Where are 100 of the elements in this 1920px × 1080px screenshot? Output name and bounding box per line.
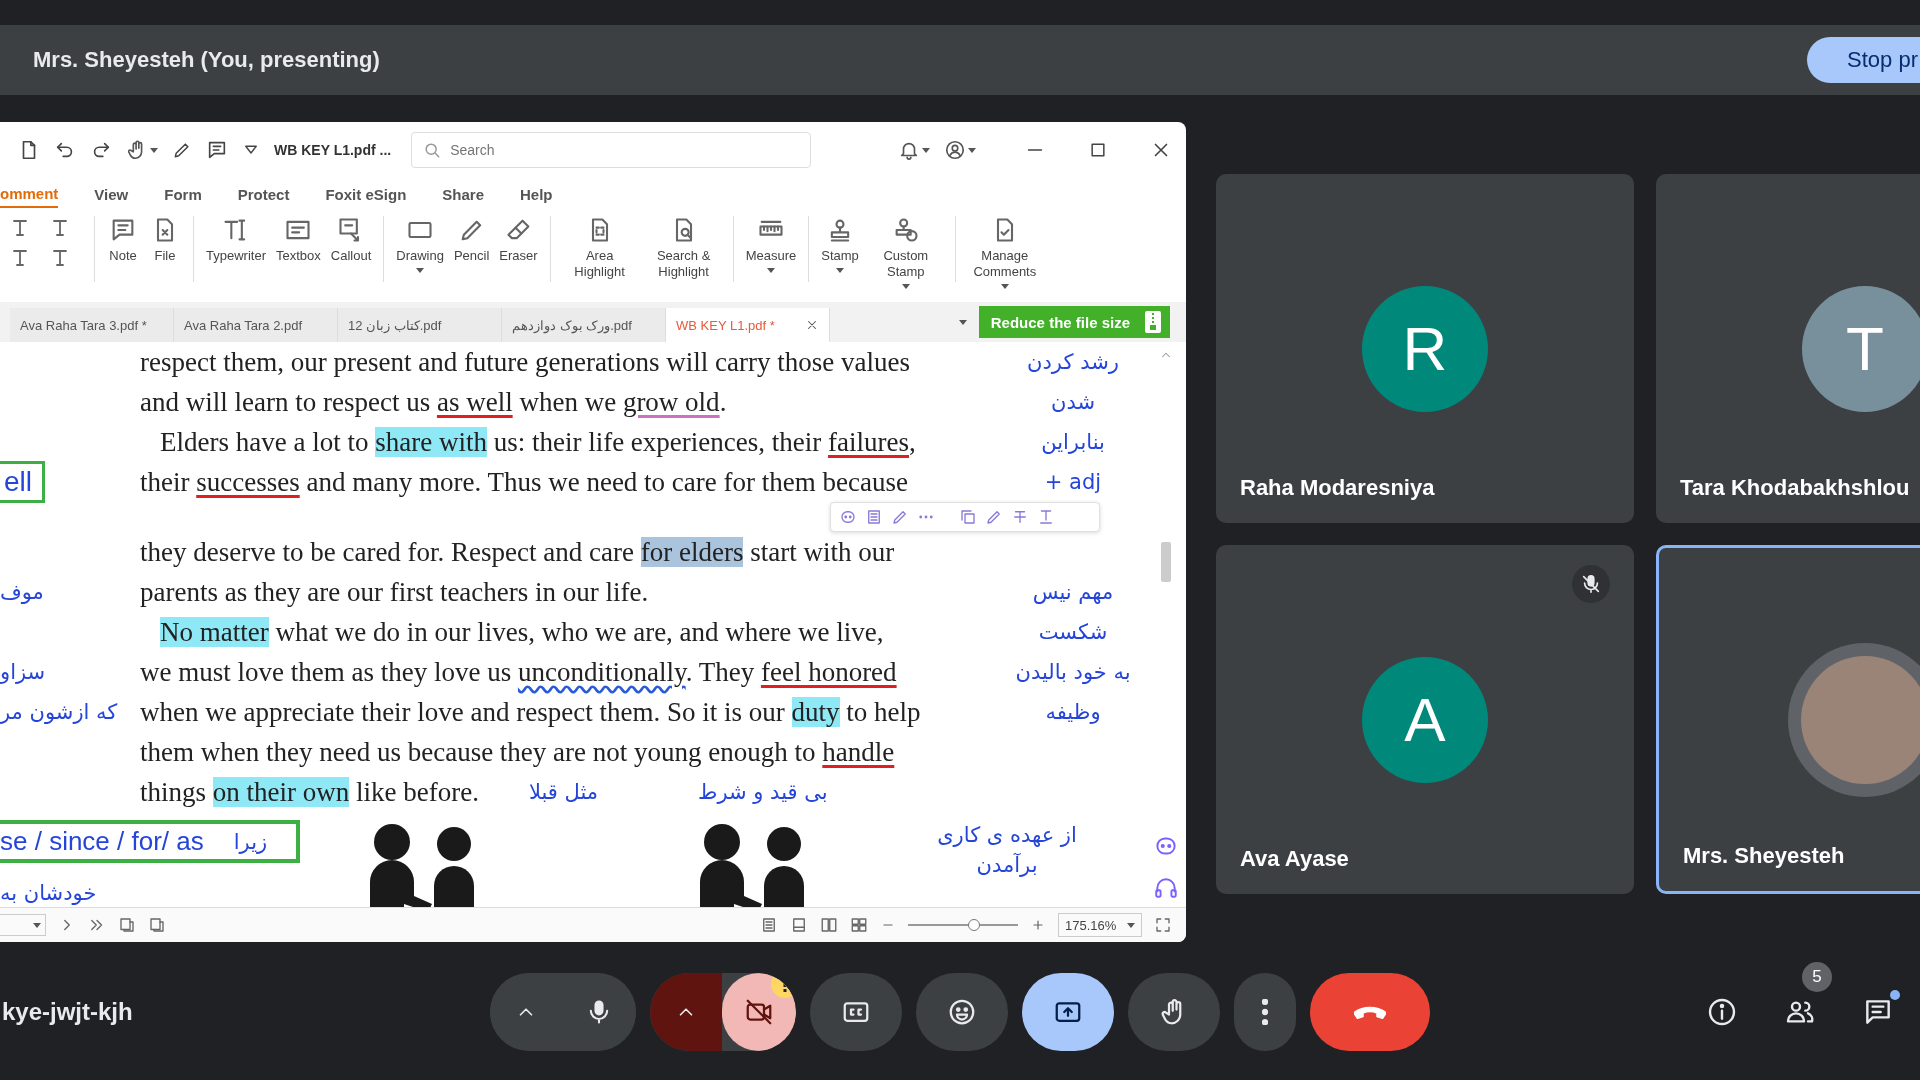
avatar-circle: T [1802,285,1920,412]
close-icon[interactable] [805,318,819,332]
document-tab[interactable]: Ava Raha Tara 3.pdf * [10,308,174,342]
smiley-icon [947,997,977,1027]
ribbon-button[interactable]: File [145,216,185,264]
document-text-line: respect them, our present and future generations will carry those values [140,346,910,378]
document-text-line: them when they need us because they are not young enough to handle [140,736,895,768]
menu-tab[interactable]: Protect [237,181,290,207]
more-icon [1262,999,1268,1025]
handwritten-note: به خود بالیدن [1015,660,1131,684]
participant-name: Tara Khodabakhshlou [1680,475,1910,501]
document-text-line: when we appreciate their love and respect them. So it is our duty to help [140,696,921,728]
highlighter-icon[interactable] [985,508,1003,526]
pen-icon[interactable] [172,140,192,160]
document-text-line: No matter what we do in our lives, who we are, and where we live, [159,616,884,648]
strikethrough-icon[interactable] [1011,508,1029,526]
handwritten-note: وظیفه [1045,700,1101,724]
ribbon-button[interactable]: Stamp [817,216,863,273]
document-text-line: they deserve to be cared for. Respect and care for elders start with our [140,536,895,568]
document-tab[interactable]: ورک بوک دوازدهم.pdf [502,308,666,342]
handwritten-note: از عهده ی کاری برآمدن [936,822,1078,879]
info-icon [1706,996,1738,1028]
handwritten-note: رشد کردن [1027,350,1119,374]
note-icon[interactable] [865,508,883,526]
page-field[interactable] [0,914,46,936]
people-count-badge: 5 [1802,962,1832,992]
menu-tab[interactable]: View [94,181,129,207]
document-tab[interactable]: WB KEY L1.pdf * [666,308,830,342]
handwritten-note: خودشان به [0,881,98,905]
participant-tile[interactable]: Mrs. Sheyesteh [1656,545,1920,894]
handwritten-note: ell [0,461,45,503]
handwritten-note: موف [0,580,44,604]
ribbon-button[interactable]: Callout [326,216,376,264]
maximize-icon[interactable] [1088,140,1108,160]
document-text-line: parents as they are our first teachers in our life. [140,576,649,608]
document-tab[interactable]: Ava Raha Tara 2.pdf [174,308,338,342]
headset-icon[interactable] [1153,875,1179,901]
handwritten-note: مثل قبلا [528,780,598,804]
zip-file-icon [1144,310,1162,334]
microphone-off-icon [1580,573,1602,595]
ribbon-button[interactable]: Typewriter [202,216,270,264]
participant-tile[interactable]: R Raha Modaresniya [1216,174,1634,523]
pages-icon[interactable] [148,916,166,934]
menu-tab[interactable]: Form [164,181,202,207]
camera-button[interactable] [722,973,796,1051]
participant-name: Mrs. Sheyesteh [1683,843,1845,869]
ribbon-button[interactable]: Search & Highlight [642,216,725,280]
single-page-icon[interactable] [760,916,778,934]
ribbon-button[interactable]: Measure [741,216,801,273]
handwritten-note: که ازشون مر [0,700,118,724]
avatar-circle: A [1362,656,1488,783]
handwritten-note: شکست [1038,620,1108,644]
handwritten-note: شدن [1050,390,1095,414]
fullscreen-icon[interactable] [1154,916,1172,934]
handwritten-note: بنابراین [1041,430,1105,454]
scrollbar-thumb[interactable] [1161,542,1171,582]
ribbon-button[interactable]: Area Highlight [558,216,641,280]
avatar-circle: R [1362,285,1488,412]
pen-icon[interactable] [891,508,909,526]
continuous-page-icon[interactable] [790,916,808,934]
menu-tab[interactable]: Share [442,181,484,207]
menu-tab[interactable]: Help [520,181,553,207]
ribbon-button[interactable]: Pencil [449,216,494,264]
document-text-line: we must love them as they love us unconditionally. They feel honored [140,656,897,688]
ribbon-button[interactable]: Textbox [271,216,325,264]
document-tab[interactable]: کتاب زبان 12.pdf [338,308,502,342]
ribbon-button[interactable]: Custom Stamp [864,216,947,289]
ribbon-button[interactable]: Note [103,216,143,264]
file-title: WB KEY L1.pdf ... [274,142,392,158]
pages-icon[interactable] [118,916,136,934]
menu-tab[interactable]: Foxit eSign [325,181,407,207]
ribbon-button[interactable]: Manage Comments [963,216,1046,289]
participant-name: Ava Ayase [1240,846,1349,872]
stop-presenting-button[interactable]: Stop pr [1807,37,1920,83]
participant-tile[interactable]: T Tara Khodabakhshlou [1656,174,1920,523]
meeting-code: kye-jwjt-kjh [1,998,134,1026]
phone-icon [1354,1004,1386,1020]
grid-page-icon[interactable] [850,916,868,934]
handwritten-note: زیرا [233,829,268,854]
account-icon[interactable] [944,139,966,161]
handwritten-note: + adj [1044,470,1102,494]
participant-tile[interactable]: A Ava Ayase [1216,545,1634,894]
document-text-line: Elders have a lot to share with us: their life experiences, their failures, [159,426,916,458]
handwritten-note: بی قید و شرط [698,780,828,804]
handwritten-note: سزاو [0,660,46,684]
zoom-field[interactable]: 175.16% [1058,913,1142,937]
ribbon-button[interactable]: Drawing [392,216,448,273]
ribbon-button[interactable]: Eraser [495,216,542,264]
document-text-line: their successes and many more. Thus we need to care for them because [140,466,908,498]
document-text-line: and will learn to respect us as well when we grow old. [140,386,727,418]
search-box[interactable]: Search [411,132,812,168]
participant-name: Raha Modaresniya [1240,475,1435,501]
presenting-title: Mrs. Sheyesteh (You, presenting) [33,47,380,73]
camera-off-icon [744,997,774,1027]
handwritten-note: مهم نیس [1032,580,1114,604]
slider-thumb[interactable] [968,919,980,931]
two-page-icon[interactable] [820,916,838,934]
document-text-line: things on their own like before. [140,776,479,808]
handwritten-note: se / since / for/ as [0,826,204,857]
zoom-slider[interactable] [908,918,1018,932]
